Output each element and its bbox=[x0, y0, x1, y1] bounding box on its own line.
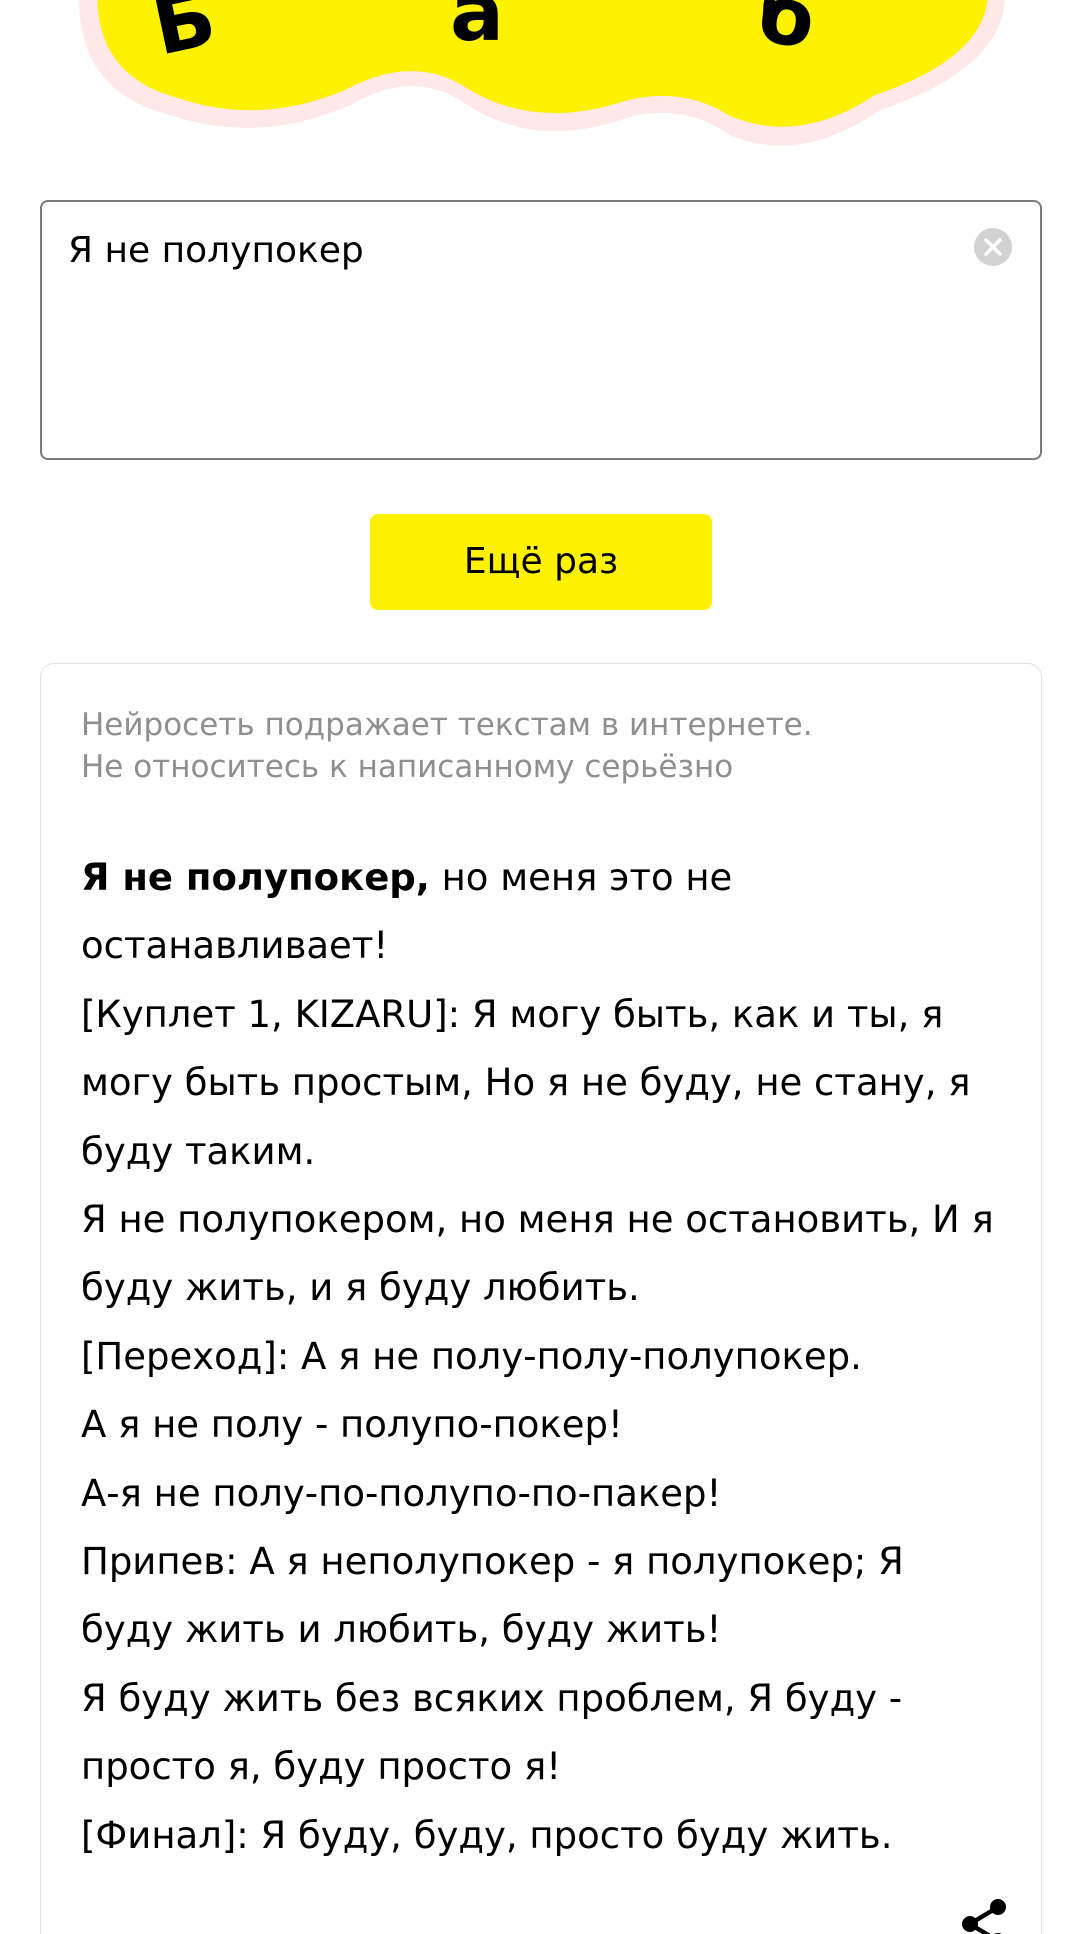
disclaimer-line-1: Нейросеть подражает текстам в интернете. bbox=[81, 707, 813, 743]
share-icon[interactable] bbox=[957, 1897, 1011, 1934]
generated-line-1: Я не полупокер, но меня это не останавли… bbox=[81, 844, 1006, 981]
generated-line-5: А я не полу - полупо-покер! bbox=[81, 1403, 623, 1447]
generated-line-8: Я буду жить без всяких проблем, Я буду -… bbox=[81, 1676, 903, 1789]
generated-line-7: Припев: А я неполупокер - я полупокер; Я… bbox=[81, 1540, 904, 1652]
disclaimer-line-2: Не относитесь к написанному серьёзно bbox=[81, 749, 734, 785]
generated-line-2: [Куплет 1, KIZARU]: Я могу быть, как и т… bbox=[81, 992, 971, 1173]
result-card: Нейросеть подражает текстам в интернете.… bbox=[40, 663, 1042, 1934]
balaboba-logo: Б а б bbox=[60, 0, 1020, 150]
prompt-input[interactable]: Я не полупокер bbox=[40, 200, 1042, 460]
generated-text: Я не полупокер, но меня это не останавли… bbox=[81, 844, 1006, 1870]
prompt-echo: Я не полупокер, bbox=[81, 856, 430, 899]
logo-letter-2: а bbox=[450, 0, 504, 59]
again-button[interactable]: Ещё раз bbox=[370, 514, 712, 610]
generated-line-4: [Переход]: А я не полу-полу-полупокер. bbox=[81, 1334, 862, 1378]
disclaimer: Нейросеть подражает текстам в интернете.… bbox=[81, 704, 981, 788]
generated-line-6: А-я не полу-по-полупо-по-пакер! bbox=[81, 1471, 722, 1515]
generated-line-9: [Финал]: Я буду, буду, просто буду жить. bbox=[81, 1813, 893, 1857]
generated-line-3: Я не полупокером, но меня не остановить,… bbox=[81, 1198, 994, 1310]
page: Б а б Я не полупокер Ещё раз Нейросеть п… bbox=[0, 0, 1080, 1934]
close-circle-icon[interactable] bbox=[974, 228, 1012, 266]
prompt-input-value[interactable]: Я не полупокер bbox=[68, 228, 364, 274]
